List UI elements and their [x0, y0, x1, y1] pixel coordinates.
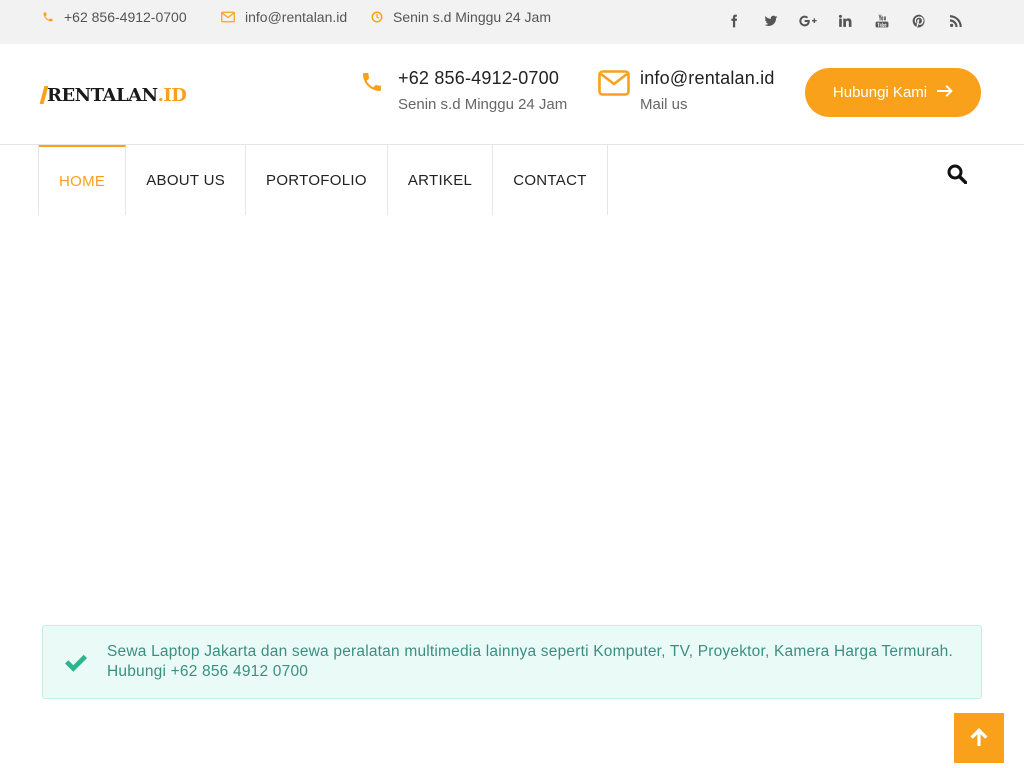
twitter-icon[interactable] [752, 10, 789, 32]
header-email-label: Mail us [640, 96, 688, 113]
main-nav: HOME ABOUT US PORTOFOLIO ARTIKEL CONTACT [0, 145, 1024, 215]
logo-text: RENTALAN [47, 84, 158, 106]
contact-us-button[interactable]: Hubungi Kami [805, 68, 981, 117]
phone-icon [42, 11, 54, 23]
back-to-top-button[interactable] [954, 713, 1004, 763]
header-phone-block[interactable]: +62 856-4912-0700 Senin s.d Minggu 24 Ja… [352, 66, 567, 116]
nav-item-artikel[interactable]: ARTIKEL [388, 145, 494, 215]
topbar-phone-text: +62 856-4912-0700 [64, 9, 187, 25]
header-phone-number: +62 856-4912-0700 [398, 68, 560, 88]
topbar-phone[interactable]: +62 856-4912-0700 [42, 0, 187, 34]
social-links [715, 10, 974, 32]
topbar-hours-text: Senin s.d Minggu 24 Jam [393, 9, 551, 25]
rss-icon[interactable] [937, 10, 974, 32]
contact-us-label: Hubungi Kami [832, 84, 928, 101]
pinterest-icon[interactable] [900, 10, 937, 32]
facebook-icon[interactable] [715, 10, 752, 32]
nav-item-home[interactable]: HOME [39, 145, 127, 215]
header-email-block[interactable]: info@rentalan.id Mail us [594, 66, 775, 116]
notice-message: Sewa Laptop Jakarta dan sewa peralatan m… [107, 643, 953, 680]
google-plus-icon[interactable] [789, 10, 826, 32]
topbar-hours: Senin s.d Minggu 24 Jam [371, 0, 551, 34]
clock-icon [371, 11, 383, 23]
envelope-icon [594, 66, 634, 116]
arrow-right-icon [937, 84, 953, 101]
info-notice: Sewa Laptop Jakarta dan sewa peralatan m… [42, 625, 982, 699]
nav-menu: HOME ABOUT US PORTOFOLIO ARTIKEL CONTACT [38, 145, 608, 215]
site-header: RENTALAN .ID +62 856-4912-0700 Senin s.d… [0, 44, 1024, 145]
envelope-icon [221, 11, 235, 23]
site-logo[interactable]: RENTALAN .ID [39, 84, 187, 106]
linkedin-icon[interactable] [826, 10, 863, 32]
nav-item-contact[interactable]: CONTACT [493, 145, 608, 215]
logo-accent-text: .ID [157, 84, 187, 106]
topbar-email[interactable]: info@rentalan.id [221, 0, 347, 34]
topbar-email-text: info@rentalan.id [245, 9, 348, 25]
nav-item-about-us[interactable]: ABOUT US [126, 145, 247, 215]
search-icon[interactable] [946, 163, 968, 185]
nav-item-portofolio[interactable]: PORTOFOLIO [246, 145, 388, 215]
arrow-up-icon [969, 727, 989, 750]
phone-icon [352, 66, 392, 116]
header-phone-hours: Senin s.d Minggu 24 Jam [398, 96, 568, 113]
checkmark-icon [63, 650, 89, 676]
youtube-icon[interactable] [863, 10, 900, 32]
header-email-address: info@rentalan.id [640, 68, 775, 88]
top-bar: +62 856-4912-0700 info@rentalan.id Senin… [0, 0, 1024, 44]
